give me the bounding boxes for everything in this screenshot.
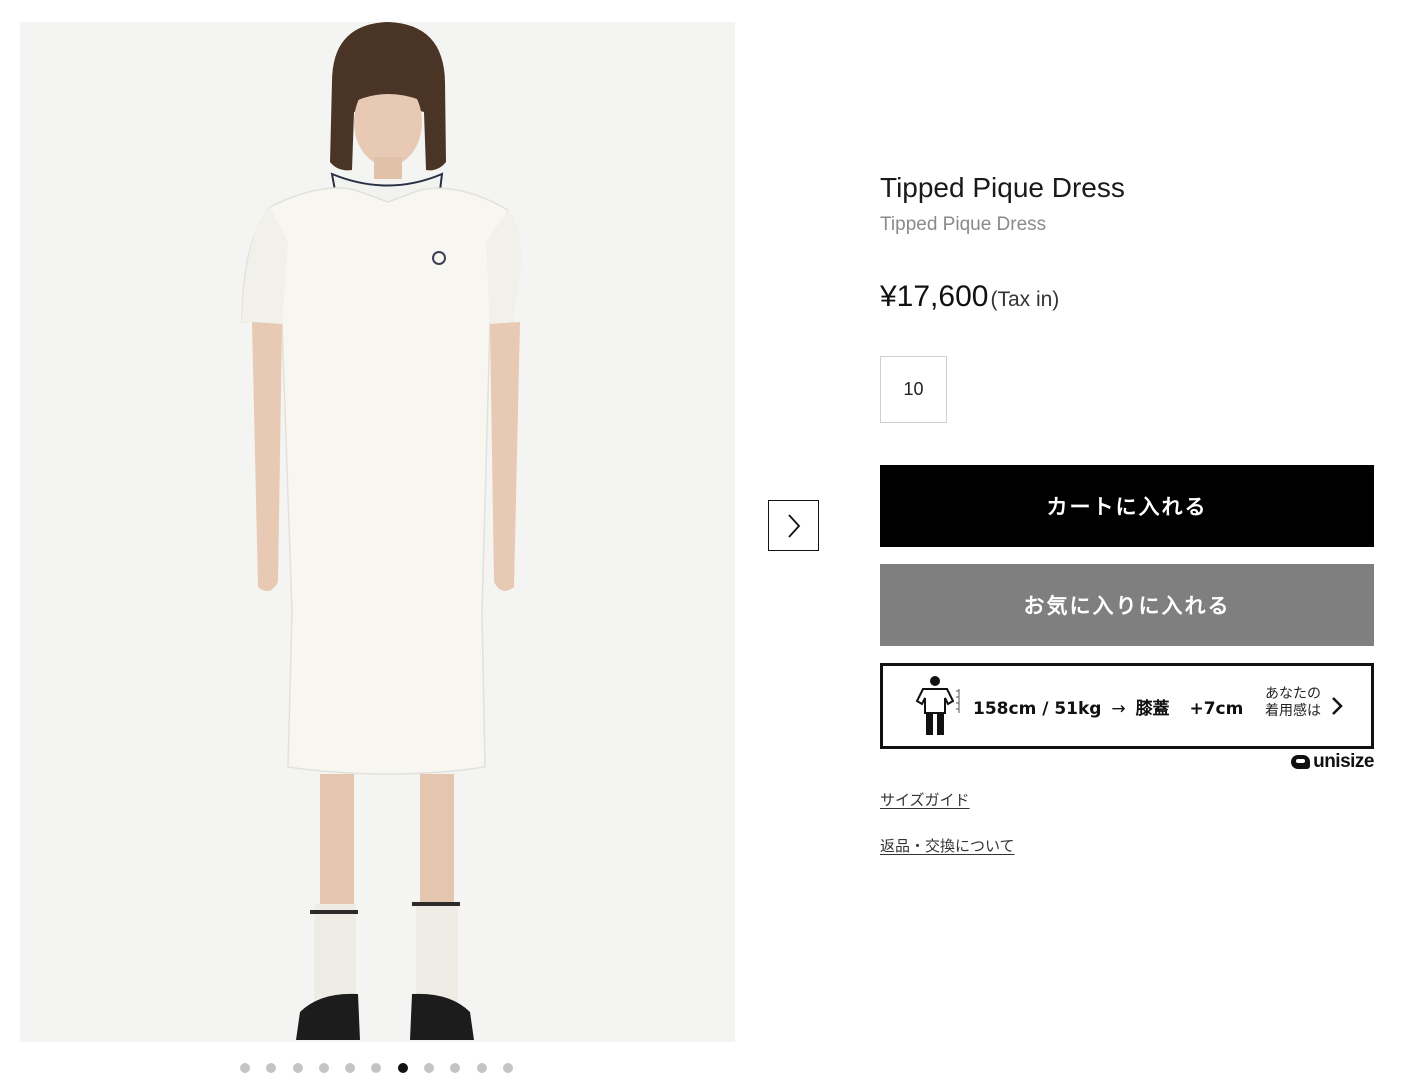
carousel-dot[interactable]: [476, 1063, 487, 1073]
size-option-selected[interactable]: 10: [880, 356, 947, 423]
fit-prompt-line2: 着用感は: [1265, 703, 1321, 719]
unisize-logo: unisize: [880, 751, 1374, 773]
carousel-dot[interactable]: [450, 1063, 461, 1073]
carousel-dot[interactable]: [397, 1063, 408, 1073]
fit-point: 膝蓋: [1135, 698, 1170, 719]
fit-arrow: →: [1111, 698, 1126, 719]
person-measure-icon: [915, 676, 960, 735]
fit-offset: +7cm: [1189, 698, 1244, 719]
carousel-dot[interactable]: [424, 1063, 435, 1073]
product-image[interactable]: [20, 22, 735, 1042]
product-info: Tipped Pique Dress Tipped Pique Dress ¥1…: [880, 170, 1374, 856]
model-photo: [20, 22, 735, 1042]
next-image-button[interactable]: [768, 500, 819, 551]
carousel-dot[interactable]: [240, 1063, 250, 1073]
fit-prompt: あなたの 着用感は: [1265, 686, 1321, 720]
product-subtitle: Tipped Pique Dress: [880, 214, 1047, 235]
size-guide-link[interactable]: サイズガイド: [880, 789, 970, 810]
product-price: ¥17,600: [880, 280, 989, 313]
carousel-dot[interactable]: [318, 1063, 329, 1073]
carousel-dot[interactable]: [345, 1063, 356, 1073]
add-to-cart-button[interactable]: カートに入れる: [880, 465, 1374, 547]
unisize-mark-icon: [1291, 755, 1311, 769]
returns-link[interactable]: 返品・交換について: [880, 835, 1015, 856]
image-carousel-dots: [240, 1063, 513, 1073]
price-row: ¥17,600 (Tax in): [880, 280, 1374, 314]
carousel-dot[interactable]: [502, 1063, 513, 1073]
carousel-dot[interactable]: [292, 1063, 303, 1073]
carousel-dot[interactable]: [371, 1063, 382, 1073]
add-to-favorites-button[interactable]: お気に入りに入れる: [880, 564, 1374, 646]
unisize-brand: unisize: [1313, 751, 1374, 772]
product-page: Tipped Pique Dress Tipped Pique Dress ¥1…: [0, 0, 1423, 1080]
chevron-right-icon: [1332, 697, 1343, 715]
chevron-right-icon: [787, 513, 800, 538]
fit-measurement: 158cm / 51kg: [973, 698, 1102, 719]
tax-label: (Tax in): [990, 288, 1060, 311]
carousel-dot[interactable]: [266, 1063, 277, 1073]
fit-recommendation-widget[interactable]: 158cm / 51kg → 膝蓋 +7cm あなたの 着用感は: [880, 663, 1374, 749]
fit-summary: 158cm / 51kg → 膝蓋 +7cm: [973, 694, 1243, 719]
fit-prompt-line1: あなたの: [1265, 686, 1321, 702]
product-title: Tipped Pique Dress: [880, 172, 1125, 203]
